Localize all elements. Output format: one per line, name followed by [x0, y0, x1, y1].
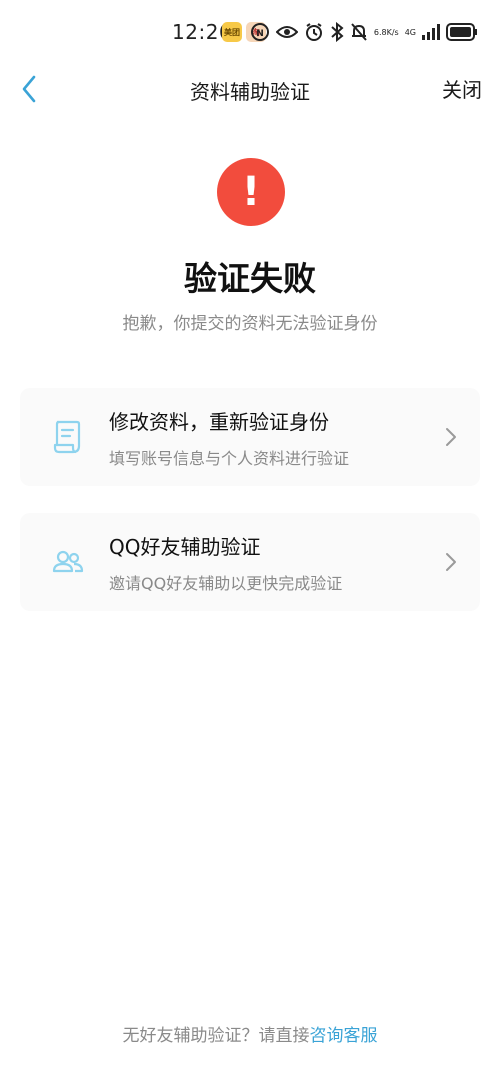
chevron-right-icon	[446, 553, 456, 571]
option-friend-assist[interactable]: QQ好友辅助验证 邀请QQ好友辅助以更快完成验证	[20, 513, 480, 611]
close-button[interactable]: 关闭	[442, 74, 482, 103]
mute-bell-icon	[350, 22, 368, 42]
friends-icon	[50, 542, 86, 582]
nav-bar: 资料辅助验证 关闭	[0, 66, 500, 112]
exclamation-mark: !	[241, 169, 261, 215]
result-title: 验证失败	[184, 259, 316, 298]
option-title: QQ好友辅助验证	[109, 535, 261, 559]
bluetooth-icon	[330, 22, 344, 42]
option-description: 邀请QQ好友辅助以更快完成验证	[109, 574, 343, 593]
option-title: 修改资料，重新验证身份	[109, 410, 329, 434]
page-title: 资料辅助验证	[190, 80, 310, 104]
network-type: 4G	[404, 27, 416, 37]
alarm-icon	[304, 22, 324, 42]
meituan-app-icon: 美团	[222, 22, 242, 42]
result-subtitle: 抱歉，你提交的资料无法验证身份	[122, 314, 378, 334]
status-icons: N 6.8 K/s 4G	[250, 20, 478, 44]
document-icon	[50, 417, 86, 457]
svg-text:N: N	[256, 29, 264, 39]
status-bar: 12:26 美团 淘 N 6.8 K/s 4G	[0, 0, 500, 66]
nfc-icon: N	[250, 22, 270, 42]
option-description: 填写账号信息与个人资料进行验证	[109, 449, 350, 468]
footer-help: 无好友辅助验证？请直接咨询客服	[0, 1021, 500, 1046]
signal-icon	[422, 24, 440, 40]
eye-icon	[275, 24, 298, 40]
error-exclamation-icon: !	[217, 158, 285, 226]
chevron-right-icon	[446, 428, 456, 446]
network-speed: 6.8 K/s	[373, 27, 399, 37]
contact-support-link[interactable]: 咨询客服	[310, 1026, 378, 1046]
option-edit-profile[interactable]: 修改资料，重新验证身份 填写账号信息与个人资料进行验证	[20, 388, 480, 486]
battery-icon	[446, 23, 478, 41]
footer-text: 无好友辅助验证？请直接	[122, 1026, 310, 1046]
